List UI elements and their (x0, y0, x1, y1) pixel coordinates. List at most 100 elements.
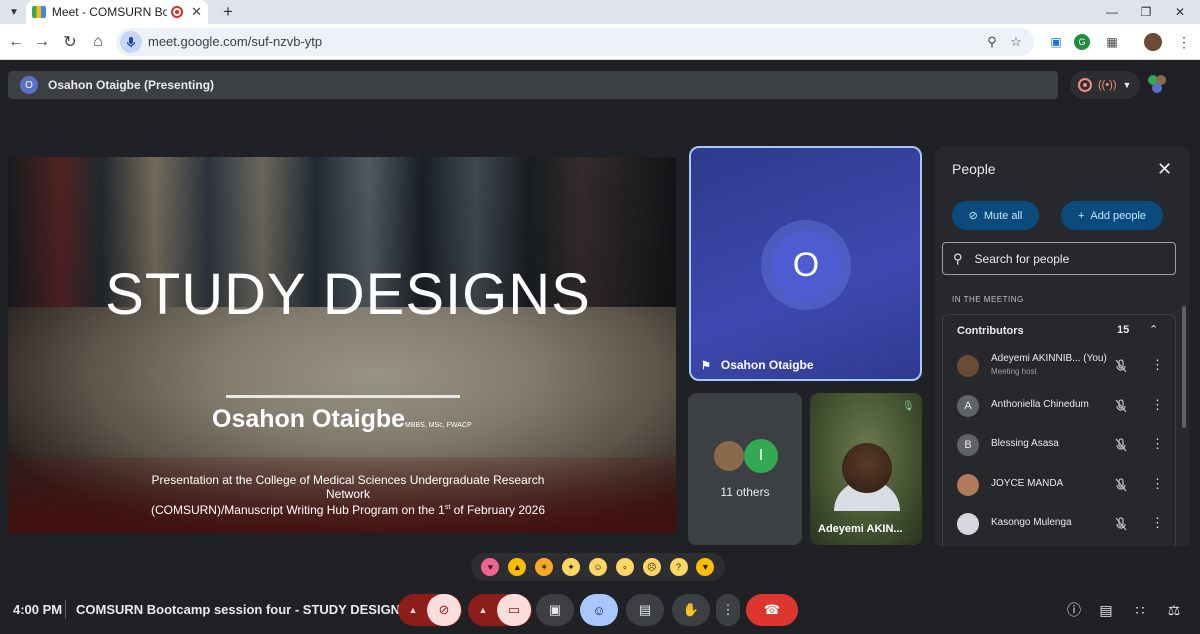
participant-video-tile[interactable]: 🎙 Adeyemi AKIN... (810, 393, 922, 545)
mic-options-chevron-up-icon[interactable]: ▲ (399, 605, 427, 615)
thumbs-up-icon[interactable]: ▲ (508, 558, 527, 576)
participant-row[interactable]: A Anthoniella Chinedum ⋮ (943, 387, 1177, 425)
raise-hand-icon[interactable]: ✋ (672, 594, 710, 626)
mic-off-icon[interactable] (1113, 437, 1129, 453)
mic-off-icon[interactable] (1113, 516, 1129, 532)
slide-description: Presentation at the College of Medical S… (150, 473, 546, 517)
slide-author: Osahon Otaigbe (212, 405, 406, 433)
thinking-face-icon[interactable]: ? (669, 558, 688, 576)
participant-name: JOYCE MANDA (991, 477, 1064, 489)
chat-icon[interactable]: ▤ (1096, 600, 1116, 620)
sparkling-heart-icon[interactable]: ♥ (481, 558, 500, 576)
participant-row[interactable]: JOYCE MANDA ⋮ (943, 466, 1177, 504)
site-info-icon[interactable] (120, 31, 142, 53)
forward-arrow-icon[interactable]: → (30, 30, 54, 54)
participant-avatar (712, 439, 746, 473)
participant-row[interactable]: Adeyemi AKINNIB... (You) Meeting host ⋮ (943, 347, 1177, 385)
address-bar[interactable]: meet.google.com/suf-nzvb-ytp ⚲ ☆ (116, 28, 1034, 56)
participant-avatar: I (744, 439, 778, 473)
more-options-kebab-icon[interactable]: ⋮ (716, 594, 740, 626)
camera-off-icon[interactable]: ▭ (497, 594, 531, 626)
slide-credentials: MBBS, MSc, FWACP (405, 422, 472, 429)
slide-title: STUDY DESIGNS (105, 262, 591, 327)
end-call-button[interactable]: ☎ (746, 594, 798, 626)
recording-indicator-icon (171, 6, 184, 18)
zoom-out-icon[interactable]: ⚲ (982, 32, 1002, 52)
activities-grid-icon[interactable]: ∷ (1130, 600, 1150, 620)
mute-all-button[interactable]: ⊘ Mute all (952, 201, 1039, 230)
crying-face-icon[interactable]: ☹ (642, 558, 661, 576)
presenter-tile[interactable]: O ⚑ Osahon Otaigbe (689, 146, 922, 381)
others-tile[interactable]: I 11 others (688, 393, 802, 545)
participant-video-face (842, 443, 892, 493)
mic-off-icon[interactable] (1113, 477, 1129, 493)
microphone-control-group: ▲ ⊘ (398, 594, 462, 626)
camera-options-chevron-up-icon[interactable]: ▲ (469, 605, 497, 615)
party-popper-icon[interactable]: ✶ (535, 558, 554, 576)
captions-icon[interactable]: ▤ (626, 594, 664, 626)
mic-off-icon[interactable] (1113, 398, 1129, 414)
meeting-title: COMSURN Bootcamp session four - STUDY DE… (76, 602, 411, 617)
reactions-emoji-icon[interactable]: ☺ (580, 594, 618, 626)
recording-dot-icon (1078, 78, 1092, 92)
add-person-icon: + (1077, 209, 1085, 222)
people-panel-scrollbar[interactable] (1182, 306, 1186, 428)
contributors-count: 15 (1117, 324, 1130, 336)
mic-off-icon[interactable] (1113, 358, 1129, 374)
new-tab-plus-icon[interactable]: + (218, 0, 238, 24)
contributors-header[interactable]: Contributors (943, 315, 1177, 347)
mic-off-icon[interactable]: ⊘ (427, 594, 461, 626)
participant-role: Meeting host (991, 367, 1037, 376)
maximize-icon[interactable]: ❐ (1128, 0, 1164, 24)
browser-tab[interactable]: Meet - COMSURN Bootcam ✕ (26, 0, 208, 24)
participants-avatars-icon[interactable] (1146, 73, 1168, 95)
tab-title: Meet - COMSURN Bootcam (51, 5, 168, 19)
window-close-icon[interactable]: ✕ (1162, 0, 1198, 24)
minimize-icon[interactable]: — (1094, 0, 1130, 24)
thumbs-down-icon[interactable]: ▼ (696, 558, 715, 576)
url-text: meet.google.com/suf-nzvb-ytp (148, 34, 323, 49)
bookmark-star-icon[interactable]: ☆ (1006, 32, 1026, 52)
surprised-face-icon[interactable]: ∘ (615, 558, 634, 576)
live-stream-icon: ((•)) (1098, 79, 1117, 91)
people-panel: People ✕ ⊘ Mute all + Add people ⚲ Searc… (935, 146, 1189, 546)
people-search-input[interactable]: ⚲ Search for people (942, 242, 1176, 275)
profile-avatar[interactable] (1144, 33, 1162, 51)
participant-video-name: Adeyemi AKIN... (818, 523, 903, 535)
meet-stage: O Osahon Otaigbe (Presenting) ((•)) ▼ ST… (0, 61, 1200, 634)
close-panel-icon[interactable]: ✕ (1157, 159, 1172, 180)
home-icon[interactable]: ⌂ (86, 30, 110, 54)
chevron-up-icon[interactable]: ⌃ (1149, 323, 1158, 336)
extensions-puzzle-icon[interactable]: ▦ (1102, 32, 1122, 52)
meeting-info-icon[interactable]: ⓘ (1064, 600, 1084, 620)
participant-name: Adeyemi AKINNIB... (You) (991, 353, 1107, 364)
add-people-button[interactable]: + Add people (1061, 201, 1163, 230)
participant-row[interactable]: Kasongo Mulenga ⋮ (943, 505, 1177, 543)
participant-more-kebab-icon[interactable]: ⋮ (1151, 397, 1164, 413)
browser-menu-kebab-icon[interactable]: ⋮ (1174, 32, 1194, 52)
grammarly-extension-icon[interactable]: G (1074, 34, 1090, 50)
meet-favicon-icon (32, 6, 46, 18)
participant-name: Anthoniella Chinedum (991, 398, 1089, 410)
participant-more-kebab-icon[interactable]: ⋮ (1151, 357, 1164, 373)
tears-of-joy-icon[interactable]: ☺ (588, 558, 607, 576)
participant-more-kebab-icon[interactable]: ⋮ (1151, 476, 1164, 492)
back-arrow-icon[interactable]: ← (4, 30, 28, 54)
present-screen-icon[interactable]: ▣ (536, 594, 574, 626)
presenter-tile-avatar: O (771, 230, 841, 300)
browser-toolbar: ← → ↻ ⌂ meet.google.com/suf-nzvb-ytp ⚲ ☆… (0, 24, 1200, 60)
participant-more-kebab-icon[interactable]: ⋮ (1151, 515, 1164, 531)
recording-status[interactable]: ((•)) ▼ (1070, 71, 1140, 99)
presenting-label: Osahon Otaigbe (Presenting) (48, 78, 215, 92)
tab-close-icon[interactable]: ✕ (191, 4, 202, 20)
screen-share-extension-icon[interactable]: ▣ (1046, 32, 1066, 52)
presenter-tile-name: ⚑ Osahon Otaigbe (701, 358, 814, 372)
mic-off-icon: 🎙 (902, 401, 915, 412)
participant-row[interactable]: B Blessing Asasa ⋮ (943, 426, 1177, 464)
clapping-hands-icon[interactable]: ✦ (562, 558, 581, 576)
contributors-section: Contributors 15 ⌃ Adeyemi AKINNIB... (Yo… (942, 314, 1176, 546)
tab-search-chevron-down-icon[interactable]: ▼ (4, 2, 24, 22)
participant-more-kebab-icon[interactable]: ⋮ (1151, 436, 1164, 452)
host-controls-lock-icon[interactable]: ⚖ (1164, 600, 1184, 620)
reload-icon[interactable]: ↻ (58, 30, 82, 54)
